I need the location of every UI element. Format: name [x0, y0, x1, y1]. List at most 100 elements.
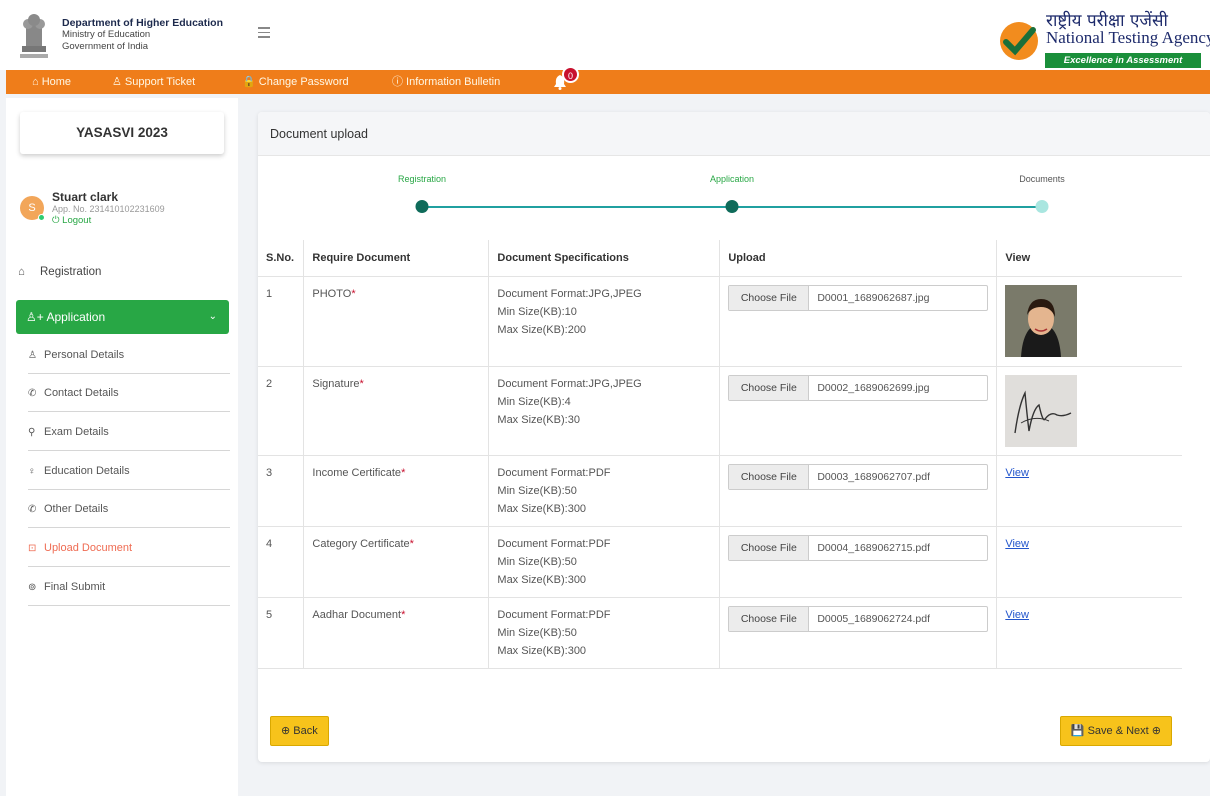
nav-change-password[interactable]: 🔒 Change Password [242, 70, 349, 94]
spec-min: Min Size(KB):50 [497, 484, 577, 497]
col-view: View [996, 240, 1182, 277]
required-mark: * [401, 466, 406, 479]
nta-tick-icon [1000, 22, 1038, 60]
user-name: Stuart clark [52, 190, 119, 204]
spec-min: Min Size(KB):10 [497, 305, 577, 318]
menu-toggle-icon[interactable] [258, 27, 270, 38]
row-sno: 3 [258, 455, 305, 527]
col-specifications: Document Specifications [488, 240, 721, 277]
spec-format: Document Format:JPG,JPEG [497, 287, 642, 300]
file-name: D0003_1689062707.pdf [817, 470, 931, 483]
table-row: 4 Category Certificate* Document Format:… [258, 526, 1182, 598]
row-upload: Choose File D0003_1689062707.pdf [719, 455, 998, 527]
file-input[interactable]: Choose File D0002_1689062699.jpg [728, 374, 989, 401]
program-title: YASASVI 2023 [20, 112, 224, 154]
upload-document-label: Upload Document [44, 542, 133, 554]
ministry-name: Ministry of Education [62, 29, 151, 40]
row-sno: 5 [258, 597, 305, 669]
avatar-letter: S [28, 202, 36, 214]
row-document: Aadhar Document* [303, 597, 490, 669]
step-documents-label: Documents [1019, 174, 1065, 184]
required-mark: * [401, 608, 406, 621]
col-upload: Upload [719, 240, 998, 277]
sidebar-item-personal-details[interactable]: ♙ Personal Details [28, 336, 230, 374]
nta-tagline: Excellence in Assessment [1045, 53, 1201, 68]
col-require-document: Require Document [303, 240, 490, 277]
table-row: 5 Aadhar Document* Document Format:PDF Mi… [258, 597, 1182, 669]
top-header: Department of Higher Education Ministry … [0, 0, 1210, 70]
spec-min: Min Size(KB):4 [497, 395, 571, 408]
submit-icon: ⊚ [28, 582, 37, 593]
row-upload: Choose File D0005_1689062724.pdf [719, 597, 998, 669]
file-input[interactable]: Choose File D0004_1689062715.pdf [728, 534, 989, 561]
view-link[interactable]: View [1005, 609, 1029, 621]
col-sno: S.No. [258, 240, 305, 277]
required-mark: * [409, 537, 414, 550]
department-name: Department of Higher Education [62, 17, 224, 29]
spec-max: Max Size(KB):300 [497, 573, 587, 586]
signature-thumbnail[interactable] [1005, 374, 1078, 447]
file-input[interactable]: Choose File D0001_1689062687.jpg [728, 284, 989, 311]
file-input[interactable]: Choose File D0005_1689062724.pdf [728, 605, 989, 632]
chevron-down-icon: ⌄ [208, 311, 217, 322]
logout-link[interactable]: ⏻ Logout [52, 215, 91, 226]
spec-max: Max Size(KB):200 [497, 323, 587, 336]
spec-max: Max Size(KB):300 [497, 502, 587, 515]
exam-icon: ⚲ [28, 427, 36, 438]
row-upload: Choose File D0001_1689062687.jpg [719, 276, 998, 367]
row-document: Category Certificate* [303, 526, 490, 598]
nav-support-ticket[interactable]: ♙ Support Ticket [112, 70, 195, 94]
education-details-label: Education Details [44, 465, 130, 477]
save-next-button[interactable]: 💾 Save & Next ⊕ [1059, 716, 1172, 746]
row-upload: Choose File D0002_1689062699.jpg [719, 366, 998, 456]
sidebar-item-contact-details[interactable]: ✆ Contact Details [28, 374, 230, 412]
nav-home[interactable]: ⌂ Home [32, 70, 71, 94]
final-submit-label: Final Submit [44, 581, 106, 593]
sidebar-item-upload-document[interactable]: ⊡ Upload Document [28, 529, 230, 567]
spec-format: Document Format:PDF [497, 466, 611, 479]
document-name: Income Certificate [312, 466, 402, 479]
row-sno: 2 [258, 366, 305, 456]
sidebar-item-final-submit[interactable]: ⊚ Final Submit [28, 568, 230, 606]
add-user-icon: ♙+ [26, 310, 47, 324]
photo-thumbnail[interactable] [1005, 284, 1078, 357]
national-emblem-icon [20, 14, 48, 58]
spec-max: Max Size(KB):300 [497, 644, 587, 657]
spec-format: Document Format:PDF [497, 608, 611, 621]
notification-badge: 0 [562, 66, 579, 83]
row-specifications: Document Format:PDF Min Size(KB):50 Max Si… [488, 526, 721, 598]
choose-file-button[interactable]: Choose File [729, 535, 810, 560]
row-document: Signature* [303, 366, 490, 456]
sidebar-item-exam-details[interactable]: ⚲ Exam Details [28, 413, 230, 451]
choose-file-button[interactable]: Choose File [729, 375, 810, 400]
spec-format: Document Format:PDF [497, 537, 611, 550]
back-button[interactable]: ⊕ Back [270, 716, 329, 746]
row-document: PHOTO* [303, 276, 490, 367]
online-status-dot [38, 214, 45, 221]
sidebar-item-application[interactable]: ♙+ Application ⌄ [16, 300, 229, 334]
phone-icon: ✆ [28, 504, 37, 515]
application-label: Application [46, 310, 106, 324]
choose-file-button[interactable]: Choose File [729, 606, 810, 631]
top-navbar: ⌂ Home ♙ Support Ticket 🔒 Change Passwor… [6, 66, 1210, 94]
sidebar-item-education-details[interactable]: ♀ Education Details [28, 452, 230, 490]
required-mark: * [359, 377, 364, 390]
nav-information-bulletin[interactable]: ⓘ Information Bulletin [392, 70, 500, 94]
exam-details-label: Exam Details [44, 426, 109, 438]
file-input[interactable]: Choose File D0003_1689062707.pdf [728, 463, 989, 490]
step-documents-node [1035, 200, 1049, 213]
home-icon: ⌂ [18, 266, 25, 278]
sidebar-item-registration[interactable]: ⌂ Registration [18, 262, 101, 282]
department-title: Department of Higher Education Ministry … [62, 17, 223, 53]
contact-details-label: Contact Details [44, 387, 119, 399]
choose-file-button[interactable]: Choose File [729, 464, 810, 489]
row-sno: 1 [258, 276, 305, 367]
choose-file-button[interactable]: Choose File [729, 285, 810, 310]
view-link[interactable]: View [1005, 467, 1029, 479]
document-upload-card: Document upload Registration Application… [258, 112, 1210, 762]
view-link[interactable]: View [1005, 538, 1029, 550]
sidebar-item-other-details[interactable]: ✆ Other Details [28, 490, 230, 528]
avatar: S [20, 196, 45, 221]
file-name: D0004_1689062715.pdf [817, 541, 931, 554]
nta-logo: राष्ट्रीय परीक्षा एजेंसी National Testin… [998, 6, 1210, 68]
